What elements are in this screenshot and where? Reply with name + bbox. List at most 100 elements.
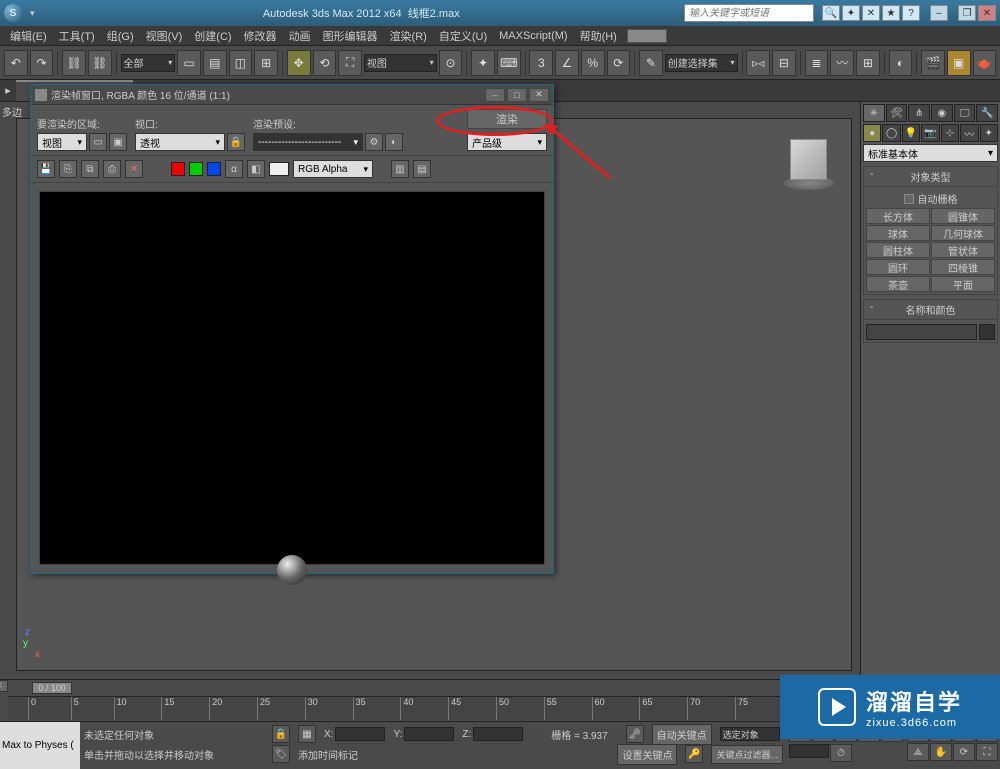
menu-tools[interactable]: 工具(T) <box>53 28 101 44</box>
mirror-icon[interactable]: ▹◃ <box>746 50 770 76</box>
schematic-view-icon[interactable]: ⊞ <box>856 50 880 76</box>
subtab-helpers-icon[interactable]: ⊹ <box>941 124 959 142</box>
window-crossing-icon[interactable]: ⊞ <box>254 50 278 76</box>
object-color-swatch[interactable] <box>979 324 995 340</box>
rw-area-edit-icon[interactable]: ▭ <box>89 133 107 151</box>
snap-toggle-icon[interactable]: 3 <box>529 50 553 76</box>
select-object-icon[interactable]: ▭ <box>177 50 201 76</box>
rw-maximize-icon[interactable]: □ <box>507 88 527 102</box>
subtab-lights-icon[interactable]: 💡 <box>902 124 920 142</box>
subtab-shapes-icon[interactable]: ◯ <box>882 124 900 142</box>
rollout-header-objtype[interactable]: 对象类型 <box>864 167 997 187</box>
rw-channel-combo[interactable]: RGB Alpha <box>293 160 373 178</box>
btn-cone[interactable]: 圆锥体 <box>931 208 995 224</box>
coord-z-input[interactable] <box>473 727 523 741</box>
rollout-header-namecolor[interactable]: 名称和颜色 <box>864 300 997 320</box>
tab-motion-icon[interactable]: ◉ <box>931 104 953 122</box>
material-editor-icon[interactable]: ◐ <box>889 50 913 76</box>
btn-cylinder[interactable]: 圆柱体 <box>866 242 930 258</box>
tab-utilities-icon[interactable]: 🔧 <box>976 104 998 122</box>
link-icon[interactable]: ⛓ <box>62 50 86 76</box>
rw-save-icon[interactable]: 💾 <box>37 160 55 178</box>
rw-alpha-icon[interactable]: α <box>225 160 243 178</box>
render-setup-icon[interactable]: 🎬 <box>921 50 945 76</box>
btn-sphere[interactable]: 球体 <box>866 225 930 241</box>
current-frame-input[interactable] <box>789 744 829 758</box>
fov-icon[interactable]: ⟁ <box>907 743 929 761</box>
btn-tube[interactable]: 管状体 <box>931 242 995 258</box>
favorite-icon[interactable]: ★ <box>882 5 900 21</box>
rw-resize-handle-icon[interactable] <box>277 555 307 585</box>
time-config-icon[interactable]: ⏱ <box>830 744 852 762</box>
subtab-spacewarps-icon[interactable]: 〰 <box>960 124 978 142</box>
close-icon[interactable]: ✕ <box>978 5 996 21</box>
keyboard-shortcut-icon[interactable]: ⌨ <box>497 50 521 76</box>
key-filter-button[interactable]: 关键点过滤器... <box>711 745 783 764</box>
menu-views[interactable]: 视图(V) <box>140 28 189 44</box>
render-output-viewport[interactable] <box>39 191 545 565</box>
help-search-input[interactable] <box>685 5 813 21</box>
rw-overlay-b-icon[interactable]: ▤ <box>413 160 431 178</box>
manipulate-icon[interactable]: ✦ <box>471 50 495 76</box>
render-button[interactable]: 渲染 <box>467 109 547 129</box>
selected-frame-field[interactable]: 选定对象 <box>720 727 780 741</box>
select-region-icon[interactable]: ◫ <box>229 50 253 76</box>
tab-hierarchy-icon[interactable]: ⋔ <box>908 104 930 122</box>
btn-teapot[interactable]: 茶壶 <box>866 276 930 292</box>
percent-snap-icon[interactable]: % <box>581 50 605 76</box>
rw-close-icon[interactable]: ✕ <box>529 88 549 102</box>
autokey-button[interactable]: 自动关键点 <box>652 724 712 745</box>
subtab-cameras-icon[interactable]: 📷 <box>921 124 939 142</box>
key-lock-icon[interactable]: 🗝 <box>626 725 644 743</box>
subscription-icon[interactable]: ✦ <box>842 5 860 21</box>
rw-copy-icon[interactable]: ⎘ <box>59 160 77 178</box>
menu-spinner[interactable] <box>627 29 667 43</box>
angle-snap-icon[interactable]: ∠ <box>555 50 579 76</box>
menu-group[interactable]: 组(G) <box>101 28 140 44</box>
align-icon[interactable]: ⊟ <box>772 50 796 76</box>
object-name-input[interactable] <box>866 324 977 340</box>
select-rotate-icon[interactable]: ⟲ <box>313 50 337 76</box>
qat-arrow-icon[interactable]: ▾ <box>30 8 35 19</box>
ribbon-expand-icon[interactable]: ▸ <box>0 84 16 97</box>
curve-editor-icon[interactable]: 〰 <box>830 50 854 76</box>
menu-modifiers[interactable]: 修改器 <box>238 28 283 44</box>
tab-modify-icon[interactable]: 🛠 <box>886 104 908 122</box>
orbit-icon[interactable]: ⟳ <box>953 743 975 761</box>
rw-minimize-icon[interactable]: – <box>485 88 505 102</box>
undo-icon[interactable]: ↶ <box>4 50 28 76</box>
rw-render-setup-icon[interactable]: ⚙ <box>365 133 383 151</box>
select-scale-icon[interactable]: ⛶ <box>338 50 362 76</box>
app-icon[interactable]: S <box>4 4 22 22</box>
btn-torus[interactable]: 圆环 <box>866 259 930 275</box>
pivot-icon[interactable]: ⊙ <box>439 50 463 76</box>
exchange-icon[interactable]: ✕ <box>862 5 880 21</box>
tab-create-icon[interactable]: ✳ <box>863 104 885 122</box>
menu-create[interactable]: 创建(C) <box>188 28 237 44</box>
selection-filter-combo[interactable]: 全部 <box>121 54 176 72</box>
rendered-frame-icon[interactable]: ▣ <box>947 50 971 76</box>
menu-rendering[interactable]: 渲染(R) <box>384 28 433 44</box>
rw-ch-green-icon[interactable] <box>189 162 203 176</box>
rw-viewport-lock-icon[interactable]: 🔒 <box>227 133 245 151</box>
maximize-icon[interactable]: ❐ <box>958 5 976 21</box>
menu-edit[interactable]: 编辑(E) <box>4 28 53 44</box>
btn-box[interactable]: 长方体 <box>866 208 930 224</box>
help-icon[interactable]: ? <box>902 5 920 21</box>
rw-overlay-a-icon[interactable]: ▥ <box>391 160 409 178</box>
menu-animation[interactable]: 动画 <box>283 28 317 44</box>
coord-y-input[interactable] <box>404 727 454 741</box>
rw-clear-icon[interactable]: ✕ <box>125 160 143 178</box>
named-selset-combo[interactable]: 创建选择集 <box>665 54 738 72</box>
menu-maxscript[interactable]: MAXScript(M) <box>493 30 573 42</box>
maxview-icon[interactable]: ⛶ <box>976 743 998 761</box>
spinner-snap-icon[interactable]: ⟳ <box>607 50 631 76</box>
lock-selection-icon[interactable]: 🔒 <box>272 725 290 743</box>
rw-print-icon[interactable]: ⎙ <box>103 160 121 178</box>
viewcube[interactable] <box>786 139 831 184</box>
rw-area-auto-icon[interactable]: ▣ <box>109 133 127 151</box>
rw-title-bar[interactable]: 渲染帧窗口, RGBA 颜色 16 位/通道 (1:1) – □ ✕ <box>31 85 553 105</box>
rw-ch-red-icon[interactable] <box>171 162 185 176</box>
category-combo[interactable]: 标准基本体 <box>863 144 998 162</box>
select-by-name-icon[interactable]: ▤ <box>203 50 227 76</box>
